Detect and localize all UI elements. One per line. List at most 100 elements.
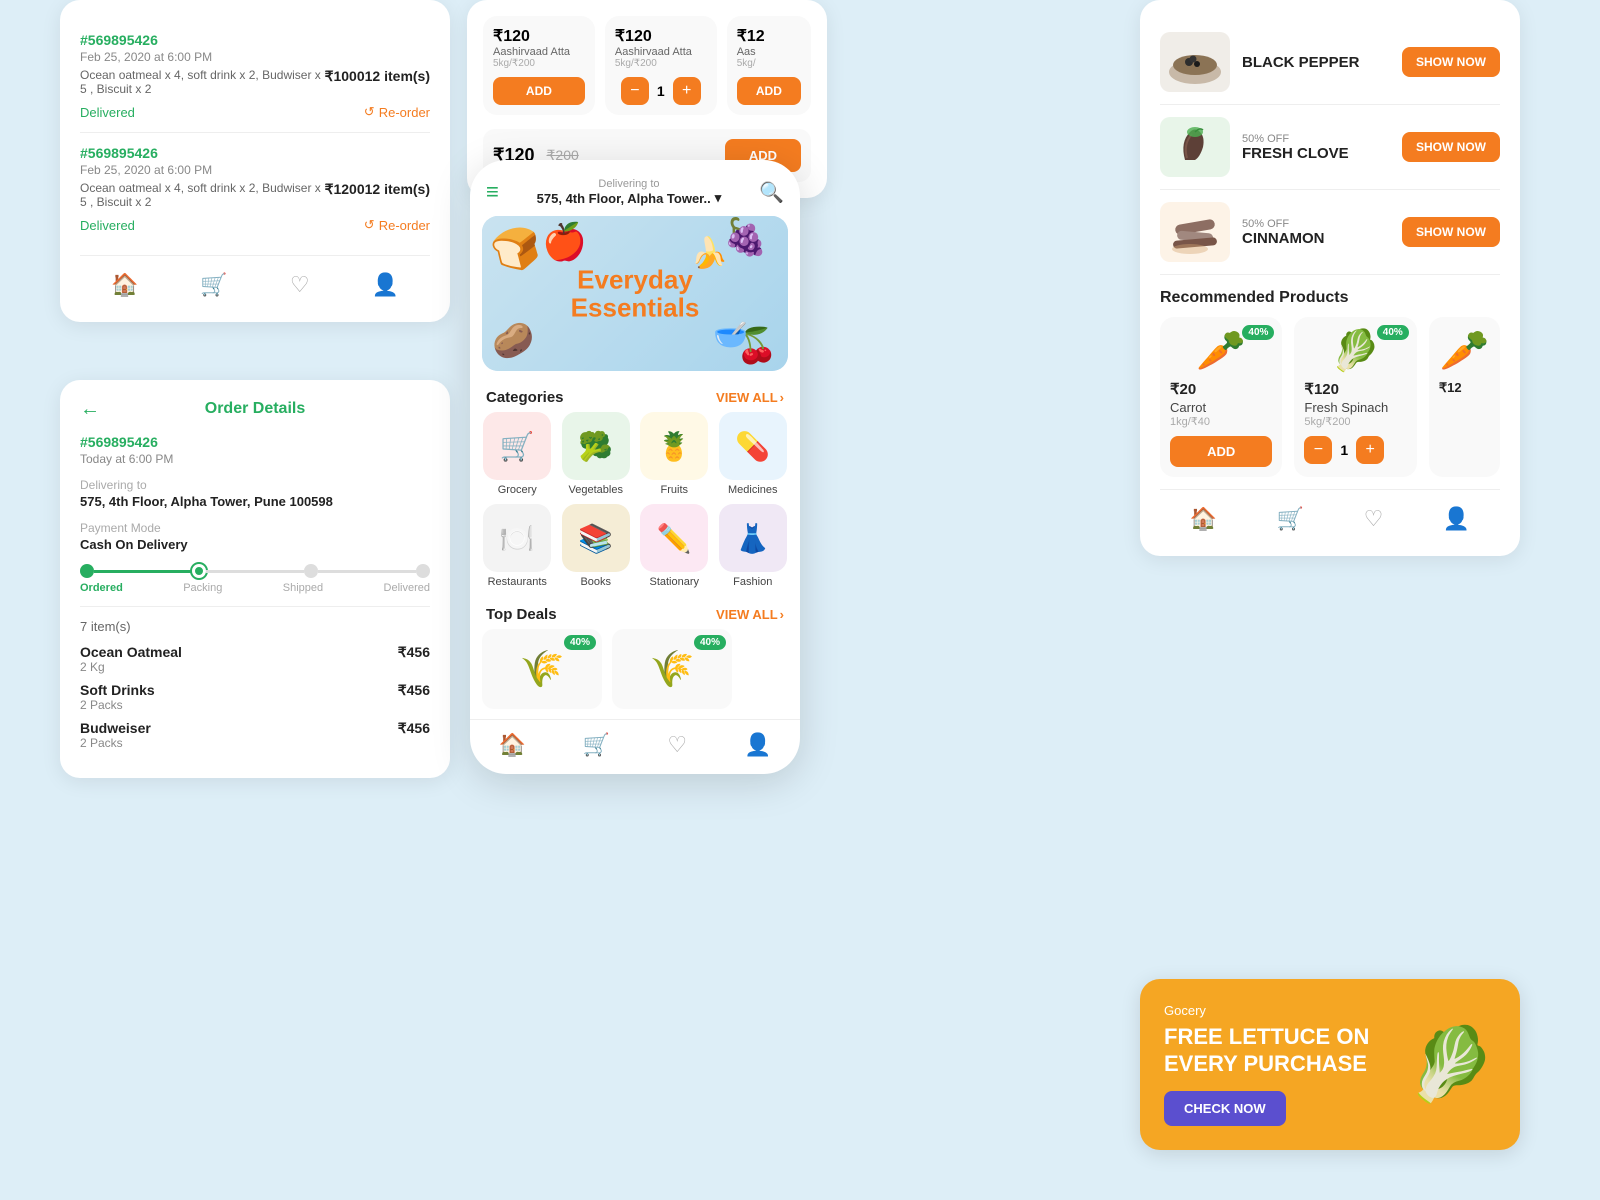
- category-fashion[interactable]: 👗 Fashion: [718, 504, 789, 588]
- order-status-1: Delivered: [80, 105, 135, 120]
- main-app-panel: ≡ Delivering to 575, 4th Floor, Alpha To…: [470, 160, 800, 774]
- fresh-clove-name: FRESH CLOVE: [1242, 145, 1390, 162]
- spice-item-cinnamon: 50% OFF CINNAMON SHOW NOW: [1160, 190, 1500, 275]
- top-product-card-3: ₹12 Aas 5kg/ ADD: [727, 16, 811, 115]
- app-nav-wishlist-icon[interactable]: ♡: [667, 732, 687, 758]
- tracker-label-packing: Packing: [183, 582, 222, 594]
- nav-home-icon[interactable]: 🏠: [111, 272, 138, 298]
- spices-nav-wishlist-icon[interactable]: ♡: [1364, 506, 1384, 532]
- category-vegetables-label: Vegetables: [569, 484, 623, 496]
- top-product-card-2: ₹120 Aashirvaad Atta 5kg/₹200 − 1 +: [605, 16, 717, 115]
- top-deals-header: Top Deals VIEW ALL ›: [470, 598, 800, 629]
- deals-row: 🌾 40% 🌾 40%: [482, 629, 788, 709]
- tracker-dot-shipped: [304, 564, 318, 578]
- hamburger-icon[interactable]: ≡: [486, 179, 499, 205]
- app-nav-profile-icon[interactable]: 👤: [744, 732, 771, 758]
- deal-card-2[interactable]: 🌾 40%: [612, 629, 732, 709]
- category-stationary-icon: ✏️: [640, 504, 708, 572]
- nav-profile-icon[interactable]: 👤: [372, 272, 399, 298]
- category-grocery-icon: 🛒: [483, 412, 551, 480]
- category-grocery[interactable]: 🛒 Grocery: [482, 412, 553, 496]
- reorder-icon-2: ↺: [364, 217, 375, 233]
- reorder-icon-1: ↺: [364, 104, 375, 120]
- category-medicines[interactable]: 💊 Medicines: [718, 412, 789, 496]
- hero-banner: 🍞 🍎 🍇 🍌 🥔 🍒 🥣 Everyday Essentials: [482, 216, 788, 371]
- app-nav-home-icon[interactable]: 🏠: [499, 732, 526, 758]
- spices-nav-profile-icon[interactable]: 👤: [1443, 506, 1470, 532]
- food-emoji-potato: 🥔: [492, 321, 534, 361]
- show-now-clove-btn[interactable]: SHOW NOW: [1402, 132, 1500, 162]
- spinach-qty-decrease[interactable]: −: [1304, 436, 1332, 464]
- spices-nav-cart-icon[interactable]: 🛒: [1277, 506, 1304, 532]
- product-price-1: ₹120: [493, 26, 585, 46]
- category-fruits-icon: 🍍: [640, 412, 708, 480]
- qty-increase-2[interactable]: +: [673, 77, 701, 105]
- tracker-label-shipped: Shipped: [283, 582, 323, 594]
- app-nav-cart-icon[interactable]: 🛒: [583, 732, 610, 758]
- tracker-line-1: [94, 570, 192, 573]
- delivery-address[interactable]: 575, 4th Floor, Alpha Tower.. ▾: [537, 190, 722, 206]
- order-item-1: Ocean Oatmeal 2 Kg ₹456: [80, 644, 430, 674]
- category-restaurants[interactable]: 🍽️ Restaurants: [482, 504, 553, 588]
- tracker-label-ordered: Ordered: [80, 582, 123, 594]
- detail-items-count: 7 item(s): [80, 619, 430, 634]
- product-name-2: Aashirvaad Atta: [615, 46, 707, 58]
- qty-decrease-2[interactable]: −: [621, 77, 649, 105]
- orders-bottom-nav: 🏠 🛒 ♡ 👤: [80, 255, 430, 302]
- category-restaurants-icon: 🍽️: [483, 504, 551, 572]
- spinach-qty-value: 1: [1340, 442, 1348, 458]
- hero-line1: Everyday: [571, 265, 700, 294]
- show-now-cinnamon-btn[interactable]: SHOW NOW: [1402, 217, 1500, 247]
- category-fashion-label: Fashion: [733, 576, 772, 588]
- back-button[interactable]: ←: [80, 398, 100, 421]
- item-qty-2: 2 Packs: [80, 698, 155, 712]
- add-product-1-button[interactable]: ADD: [493, 77, 585, 105]
- nav-cart-icon[interactable]: 🛒: [200, 272, 227, 298]
- deal-badge-2: 40%: [694, 635, 726, 650]
- product-price-3: ₹12: [737, 26, 801, 46]
- grocery-banner-panel: Gocery FREE LETTUCE ON EVERY PURCHASE CH…: [1140, 979, 1520, 1150]
- view-all-categories-btn[interactable]: VIEW ALL ›: [716, 390, 784, 405]
- order-detail-panel: ← Order Details #569895426 Today at 6:00…: [60, 380, 450, 778]
- grocery-lettuce-image: 🥬: [1406, 1022, 1496, 1107]
- spices-nav-home-icon[interactable]: 🏠: [1190, 506, 1217, 532]
- category-books[interactable]: 📚 Books: [561, 504, 632, 588]
- cinnamon-image: [1160, 202, 1230, 262]
- reorder-btn-1[interactable]: ↺ Re-order: [364, 104, 430, 120]
- rec-card-partial: 🥕 ₹12: [1429, 317, 1500, 477]
- category-stationary[interactable]: ✏️ Stationary: [639, 504, 710, 588]
- order-detail-title: Order Details: [205, 400, 305, 418]
- item-qty-1: 2 Kg: [80, 660, 182, 674]
- reorder-btn-2[interactable]: ↺ Re-order: [364, 217, 430, 233]
- spinach-qty-increase[interactable]: +: [1356, 436, 1384, 464]
- product-unit-1: 5kg/₹200: [493, 58, 585, 69]
- grocery-category: Gocery: [1164, 1003, 1396, 1018]
- order-id-1: #569895426: [80, 32, 430, 48]
- category-medicines-icon: 💊: [719, 412, 787, 480]
- black-pepper-image: [1160, 32, 1230, 92]
- detail-payment-label: Payment Mode: [80, 521, 430, 535]
- category-vegetables[interactable]: 🥦 Vegetables: [561, 412, 632, 496]
- category-grocery-label: Grocery: [498, 484, 537, 496]
- search-icon[interactable]: 🔍: [759, 180, 784, 205]
- cinnamon-info: 50% OFF CINNAMON: [1230, 218, 1402, 247]
- black-pepper-name: BLACK PEPPER: [1242, 54, 1390, 71]
- item-qty-3: 2 Packs: [80, 736, 151, 750]
- check-now-button[interactable]: CHECK NOW: [1164, 1091, 1286, 1126]
- tracker-dot-delivered: [416, 564, 430, 578]
- rec-card-carrot: 40% 🥕 ₹20 Carrot 1kg/₹40 ADD: [1160, 317, 1282, 477]
- hero-line2: Essentials: [571, 294, 700, 323]
- show-now-pepper-btn[interactable]: SHOW NOW: [1402, 47, 1500, 77]
- add-product-3-button[interactable]: ADD: [737, 77, 801, 105]
- categories-grid: 🛒 Grocery 🥦 Vegetables 🍍 Fruits 💊 Medici…: [470, 412, 800, 598]
- add-carrot-button[interactable]: ADD: [1170, 436, 1272, 467]
- category-restaurants-label: Restaurants: [488, 576, 547, 588]
- deal-badge-1: 40%: [564, 635, 596, 650]
- deal-card-1[interactable]: 🌾 40%: [482, 629, 602, 709]
- nav-wishlist-icon[interactable]: ♡: [290, 272, 310, 298]
- black-pepper-info: BLACK PEPPER: [1230, 54, 1402, 71]
- category-fruits[interactable]: 🍍 Fruits: [639, 412, 710, 496]
- top-product-card-1: ₹120 Aashirvaad Atta 5kg/₹200 ADD: [483, 16, 595, 115]
- item-price-2: ₹456: [398, 682, 430, 712]
- view-all-deals-btn[interactable]: VIEW ALL ›: [716, 607, 784, 622]
